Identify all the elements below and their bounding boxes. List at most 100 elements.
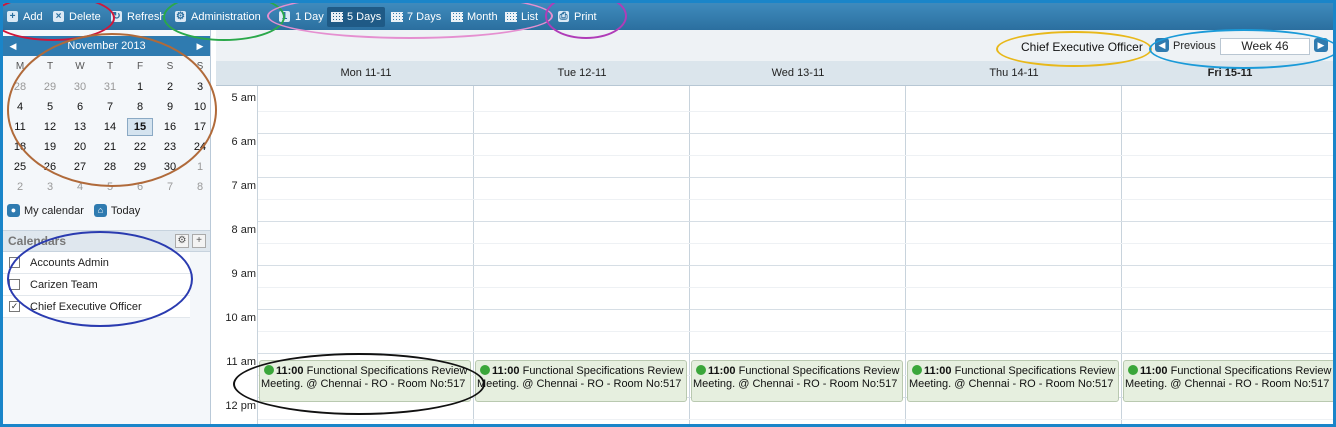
add-button[interactable]: + Add [7,3,43,30]
calendar-day[interactable]: 16 [155,117,185,137]
calendar-item-label: Carizen Team [30,278,98,291]
calendar-day[interactable]: 2 [5,177,35,197]
calendar-day[interactable]: 18 [5,137,35,157]
calendar-day[interactable]: 3 [35,177,65,197]
calendar-day[interactable]: 30 [155,157,185,177]
day-icon: 1 [279,11,290,22]
time-label: 10 am [225,312,256,324]
calendar-day[interactable]: 14 [95,117,125,137]
calendar-day[interactable]: 7 [95,97,125,117]
delete-button[interactable]: × Delete [53,3,101,30]
column-divider [257,86,258,424]
half-hour-line [258,111,1333,112]
calendar-item[interactable]: Accounts Admin [3,252,190,274]
administration-button[interactable]: ⚙ Administration [175,3,261,30]
calendar-day[interactable]: 23 [155,137,185,157]
view-1-day-button[interactable]: 11 Day [279,3,324,30]
calendar-event[interactable]: 11:00 Functional Specifications Review Me… [475,360,687,402]
grid-icon [451,11,463,22]
refresh-button[interactable]: ↻ Refresh [111,3,167,30]
calendar-day[interactable]: 11 [5,117,35,137]
weekday-label: S [196,61,204,72]
view-list-button[interactable]: List [505,3,538,30]
calendar-day[interactable]: 19 [35,137,65,157]
time-label: 8 am [231,224,256,236]
calendar-day[interactable]: 22 [125,137,155,157]
weekday-label: S [166,61,174,72]
event-time: 11:00 [276,365,304,377]
calendar-day[interactable]: 2 [155,77,185,97]
previous-button[interactable]: Previous [1173,40,1216,52]
list-icon [505,11,517,22]
calendar-day[interactable]: 17 [185,117,215,137]
calendar-item[interactable]: Carizen Team [3,274,190,296]
calendar-day[interactable]: 26 [35,157,65,177]
calendar-event[interactable]: 11:00 Functional Specifications Review Me… [259,360,471,402]
calendar-day[interactable]: 1 [125,77,155,97]
calendar-day[interactable]: 10 [185,97,215,117]
calendar-day[interactable]: 28 [5,77,35,97]
checkbox[interactable]: ✓ [9,301,20,312]
grid-icon [331,12,343,22]
calendar-day[interactable]: 30 [65,77,95,97]
calendar-day[interactable]: 3 [185,77,215,97]
mini-calendar-title: November 2013 [67,40,146,52]
event-line-1: 11:00 Functional Specifications Review [1128,365,1331,378]
today-link[interactable]: Today [111,205,140,217]
calendar-day[interactable]: 29 [35,77,65,97]
my-calendar-link[interactable]: My calendar [24,205,84,217]
weekday-header: MTWTFSS [3,57,212,77]
calendar-item[interactable]: ✓ Chief Executive Officer [3,296,190,318]
view-7-days-button[interactable]: 7 Days [391,3,441,30]
plus-icon[interactable]: + [192,234,206,248]
calendar-day[interactable]: 5 [35,97,65,117]
status-dot-icon [912,365,922,375]
checkbox[interactable] [9,257,20,268]
day-header: Tue 12-11 [557,67,607,79]
half-hour-line [258,155,1333,156]
gear-icon[interactable]: ⚙ [175,234,189,248]
week-view: Chief Executive Officer ◀ Previous Week … [216,30,1333,424]
calendar-day[interactable]: 21 [95,137,125,157]
calendar-day[interactable]: 29 [125,157,155,177]
chevron-right-icon[interactable]: ▶ [1314,38,1328,52]
calendar-day[interactable]: 24 [185,137,215,157]
calendar-day[interactable]: 6 [65,97,95,117]
calendar-day[interactable]: 8 [185,177,215,197]
calendar-day[interactable]: 31 [95,77,125,97]
calendar-event[interactable]: 11:00 Functional Specifications Review Me… [1123,360,1333,402]
calendar-event[interactable]: 11:00 Functional Specifications Review Me… [691,360,903,402]
calendar-day[interactable]: 12 [35,117,65,137]
checkbox[interactable] [9,279,20,290]
chevron-left-icon[interactable]: ◀ [1155,38,1169,52]
calendar-day[interactable]: 6 [125,177,155,197]
calendar-day[interactable]: 5 [95,177,125,197]
calendar-day[interactable]: 7 [155,177,185,197]
weekday-label: W [75,61,85,72]
calendar-day[interactable]: 25 [5,157,35,177]
calendar-owner: Chief Executive Officer [1021,40,1143,54]
view-month-button[interactable]: Month [451,3,498,30]
calendar-day[interactable]: 9 [155,97,185,117]
print-button[interactable]: ⎙ Print [558,3,597,30]
calendar-day[interactable]: 4 [65,177,95,197]
calendar-day[interactable]: 4 [5,97,35,117]
hour-line [258,309,1333,310]
view-5-days-button[interactable]: 5 Days [327,7,386,27]
hour-line [258,353,1333,354]
column-divider [1121,86,1122,424]
calendar-day[interactable]: 13 [65,117,95,137]
calendar-day[interactable]: 8 [125,97,155,117]
calendar-day[interactable]: 28 [95,157,125,177]
hour-line [258,221,1333,222]
calendar-day[interactable]: 20 [65,137,95,157]
calendar-day[interactable]: 15 [127,118,153,136]
column-divider [905,86,906,424]
event-line-1: 11:00 Functional Specifications Review [264,365,467,378]
calendar-day[interactable]: 27 [65,157,95,177]
time-label: 7 am [231,180,256,192]
calendar-event[interactable]: 11:00 Functional Specifications Review Me… [907,360,1119,402]
chevron-right-icon[interactable]: ▶ [194,40,206,52]
plus-icon: + [7,11,18,22]
calendar-day[interactable]: 1 [185,157,215,177]
